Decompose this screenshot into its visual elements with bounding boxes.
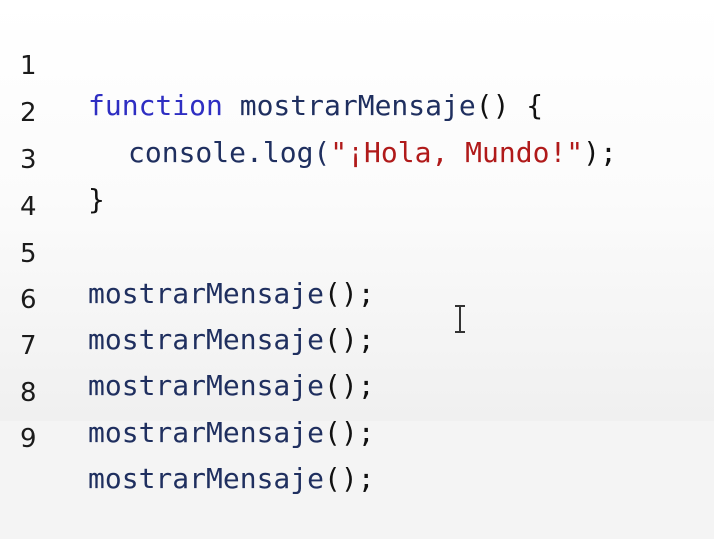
code-line: 9 mostrarMensaje(); [0,379,714,495]
code-line: 6 mostrarMensaje(); [0,240,714,356]
line-number: 9 [20,424,37,454]
code-line: 4 [0,147,714,222]
code-line: 1 function mostrarMensaje() { [0,6,714,122]
code-text: mostrarMensaje(); [88,413,375,453]
cursor-bar [459,307,461,331]
code-text: mostrarMensaje(); [88,459,375,499]
code-line: 8 mostrarMensaje(); [0,333,714,449]
cursor-bottom [455,331,465,333]
text-cursor-icon [452,305,468,333]
punctuation: (); [324,462,375,495]
code-editor[interactable]: 1 function mostrarMensaje() { 2 console.… [0,0,714,495]
code-line: 5 mostrarMensaje(); [0,194,714,310]
code-line: 7 mostrarMensaje(); [0,286,714,402]
code-line: 3 } [0,100,714,216]
function-call: mostrarMensaje [88,462,325,495]
code-line: 2 console.log("¡Hola, Mundo!"); [0,53,714,169]
